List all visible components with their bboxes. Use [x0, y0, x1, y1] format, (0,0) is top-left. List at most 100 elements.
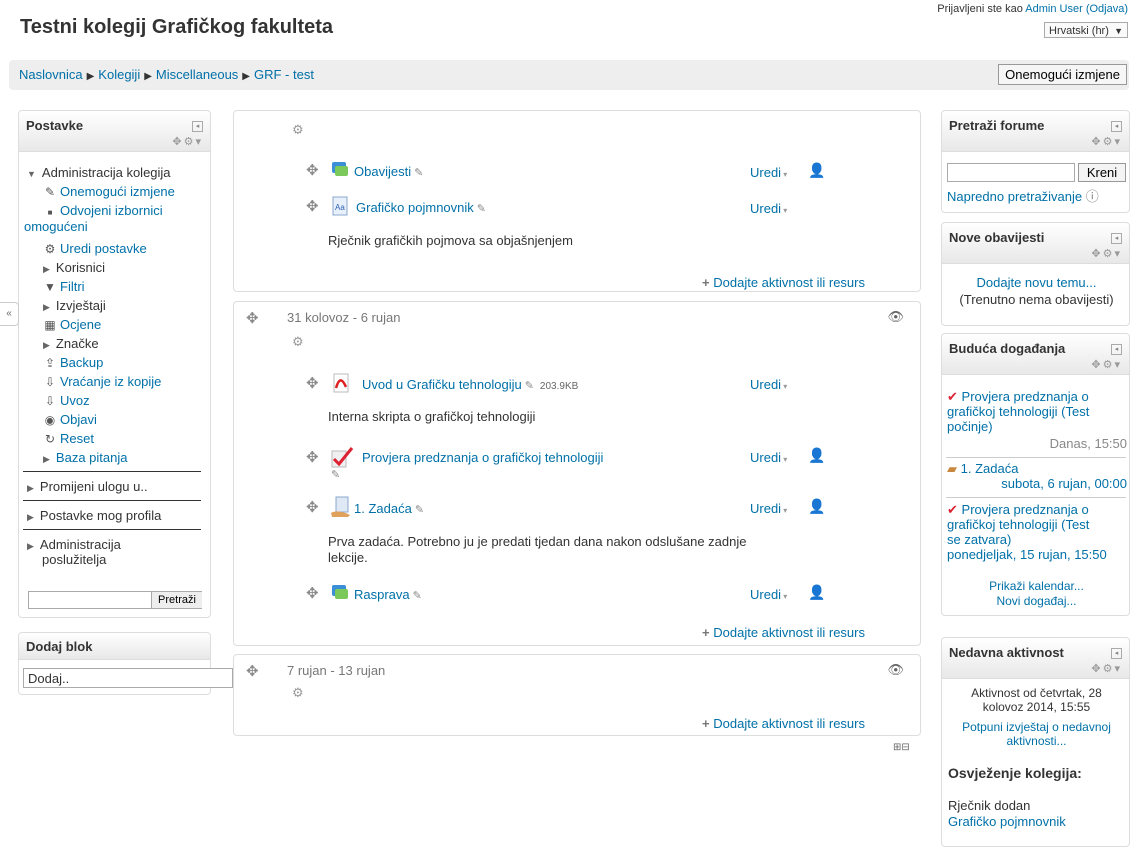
plus-icon: +: [702, 625, 714, 640]
user-link[interactable]: Admin User: [1025, 3, 1082, 15]
activity-link[interactable]: 1. Zadaća ✎: [354, 501, 424, 516]
full-report-link[interactable]: Potpuni izvještaj o nedavnoj aktivnosti..…: [942, 720, 1131, 748]
add-activity-link[interactable]: + Dodajte aktivnost ili resurs: [702, 275, 865, 290]
add-block-select[interactable]: Dodaj..: [23, 668, 233, 688]
activity-link[interactable]: Uvod u Grafičku tehnologiju ✎ 203.9KB: [362, 377, 578, 392]
breadcrumb-course[interactable]: GRF - test: [254, 67, 314, 82]
tree-site-admin-cont[interactable]: poslužitelja: [42, 550, 106, 569]
tree-item[interactable]: ⇩ Uvoz: [43, 391, 90, 411]
eye-icon[interactable]: 👁: [887, 309, 904, 325]
event-item[interactable]: ✔ Provjera predznanja o grafičkoj tehnol…: [947, 502, 1127, 562]
edit-menu[interactable]: Uredi ▾: [750, 587, 787, 602]
show-calendar-link[interactable]: Prikaži kalendar...: [942, 579, 1131, 593]
event-item[interactable]: ✔ Provjera predznanja o grafičkoj tehnol…: [947, 389, 1127, 451]
event-date[interactable]: subota, 6 rujan, 00:00: [947, 476, 1127, 491]
pencil-icon[interactable]: ✎: [414, 167, 423, 179]
language-select[interactable]: Hrvatski (hr) ▼: [1044, 22, 1128, 38]
move-icon[interactable]: ✥: [246, 662, 259, 680]
gear-icon[interactable]: ⚙: [292, 122, 304, 138]
tree-item[interactable]: ▦ Ocjene: [43, 315, 101, 335]
move-icon[interactable]: ✥: [306, 498, 319, 516]
new-event-link[interactable]: Novi događaj...: [942, 594, 1131, 608]
tree-label: Odvojeni izbornici: [60, 203, 163, 218]
activity-link[interactable]: Grafičko pojmnovnik ✎: [356, 200, 486, 215]
hide-block-icon[interactable]: ◂: [1111, 233, 1122, 244]
settings-search-button[interactable]: Pretraži: [151, 592, 202, 608]
tree-switch-role[interactable]: ▶ Promijeni ulogu u..: [27, 477, 148, 498]
tree-item[interactable]: ▶ Značke: [43, 334, 99, 355]
tree-item[interactable]: ▶ Korisnici: [43, 258, 105, 279]
event-date: Danas, 15:50: [1049, 436, 1127, 451]
activity-link[interactable]: Obavijesti ✎: [354, 164, 423, 179]
tree-item[interactable]: ⇩ Vraćanje iz kopije: [43, 372, 161, 392]
tree-item-cont[interactable]: omogućeni: [24, 217, 88, 236]
move-icon[interactable]: ✥: [246, 309, 259, 327]
add-activity-link[interactable]: + Dodajte aktivnost ili resurs: [702, 625, 865, 640]
block-controls-icon[interactable]: ✥⚙▾: [172, 135, 203, 148]
update-link[interactable]: Grafičko pojmnovnik: [948, 814, 1066, 829]
gear-icon[interactable]: ⚙: [292, 685, 304, 701]
person-icon[interactable]: 👤: [808, 162, 825, 179]
tree-item[interactable]: ✎ Onemogući izmjene: [43, 182, 175, 202]
move-icon[interactable]: ✥: [306, 374, 319, 392]
move-icon[interactable]: ✥: [306, 584, 319, 602]
edit-toggle-button[interactable]: Onemogući izmjene: [998, 64, 1127, 85]
collapse-all-icon[interactable]: ⊞⊟: [893, 742, 910, 753]
pencil-icon[interactable]: ✎: [413, 590, 422, 602]
person-icon[interactable]: 👤: [808, 584, 825, 601]
tree-item[interactable]: ▶ Baza pitanja: [43, 448, 127, 469]
block-controls-icon[interactable]: ✥⚙▾: [1091, 135, 1122, 148]
tree-admin-course[interactable]: ▼ Administracija kolegija: [27, 163, 171, 184]
dock-tab-icon[interactable]: «: [0, 302, 19, 326]
tree-item[interactable]: ▼ Filtri: [43, 277, 85, 297]
tree-item[interactable]: ↻ Reset: [43, 429, 94, 449]
pencil-icon[interactable]: ✎: [525, 380, 534, 392]
move-icon[interactable]: ✥: [306, 197, 319, 215]
breadcrumb-category[interactable]: Miscellaneous: [156, 67, 238, 82]
tree-item[interactable]: ▶ Izvještaji: [43, 296, 106, 317]
plus-icon: +: [702, 275, 714, 290]
tree-item[interactable]: ⇪ Backup: [43, 353, 103, 373]
pencil-icon[interactable]: ✎: [415, 504, 424, 516]
person-icon[interactable]: 👤: [808, 447, 825, 464]
add-activity-link[interactable]: + Dodajte aktivnost ili resurs: [702, 716, 865, 731]
forum-icon: [332, 585, 348, 599]
tree-label: Izvještaji: [55, 298, 106, 313]
pencil-icon[interactable]: ✎: [331, 468, 340, 481]
help-icon[interactable]: ⓘ: [1086, 189, 1099, 204]
tree-item[interactable]: ◉ Objavi: [43, 410, 97, 430]
forum-search-button[interactable]: Kreni: [1078, 163, 1126, 182]
add-topic-link[interactable]: Dodajte novu temu...: [942, 275, 1131, 290]
breadcrumb-courses[interactable]: Kolegiji: [98, 67, 140, 82]
hide-block-icon[interactable]: ◂: [192, 121, 203, 132]
edit-menu[interactable]: Uredi ▾: [750, 165, 787, 180]
move-icon[interactable]: ✥: [306, 161, 319, 179]
event-item[interactable]: ▰ 1. Zadaća subota, 6 rujan, 00:00: [947, 461, 1127, 491]
block-controls-icon[interactable]: ✥⚙▾: [1091, 662, 1122, 675]
caret-icon: ▾: [781, 170, 788, 179]
edit-menu[interactable]: Uredi ▾: [750, 201, 787, 216]
hide-block-icon[interactable]: ◂: [1111, 344, 1122, 355]
edit-menu[interactable]: Uredi ▾: [750, 450, 787, 465]
activity-link[interactable]: Rasprava ✎: [354, 587, 422, 602]
edit-menu[interactable]: Uredi ▾: [750, 377, 787, 392]
advanced-search-link[interactable]: Napredno pretraživanje ⓘ: [947, 186, 1099, 205]
block-controls-icon[interactable]: ✥⚙▾: [1091, 358, 1122, 371]
tree-label: Objavi: [60, 412, 97, 427]
breadcrumb-home[interactable]: Naslovnica: [19, 67, 83, 82]
person-icon[interactable]: 👤: [808, 498, 825, 515]
edit-menu[interactable]: Uredi ▾: [750, 501, 787, 516]
forum-search-input[interactable]: [947, 163, 1075, 182]
logout-link[interactable]: (Odjava): [1086, 3, 1128, 15]
tree-profile-settings[interactable]: ▶ Postavke mog profila: [27, 506, 161, 527]
gear-icon[interactable]: ⚙: [292, 334, 304, 350]
hide-block-icon[interactable]: ◂: [1111, 648, 1122, 659]
eye-icon[interactable]: 👁: [887, 662, 904, 678]
move-icon[interactable]: ✥: [306, 448, 319, 466]
event-date[interactable]: ponedjeljak, 15 rujan, 15:50: [947, 547, 1107, 562]
block-controls-icon[interactable]: ✥⚙▾: [1091, 247, 1122, 260]
hide-block-icon[interactable]: ◂: [1111, 121, 1122, 132]
activity-link[interactable]: Provjera predznanja o grafičkoj tehnolog…: [362, 450, 603, 465]
pencil-icon[interactable]: ✎: [477, 203, 486, 215]
tree-item[interactable]: ⚙ Uredi postavke: [43, 239, 147, 259]
